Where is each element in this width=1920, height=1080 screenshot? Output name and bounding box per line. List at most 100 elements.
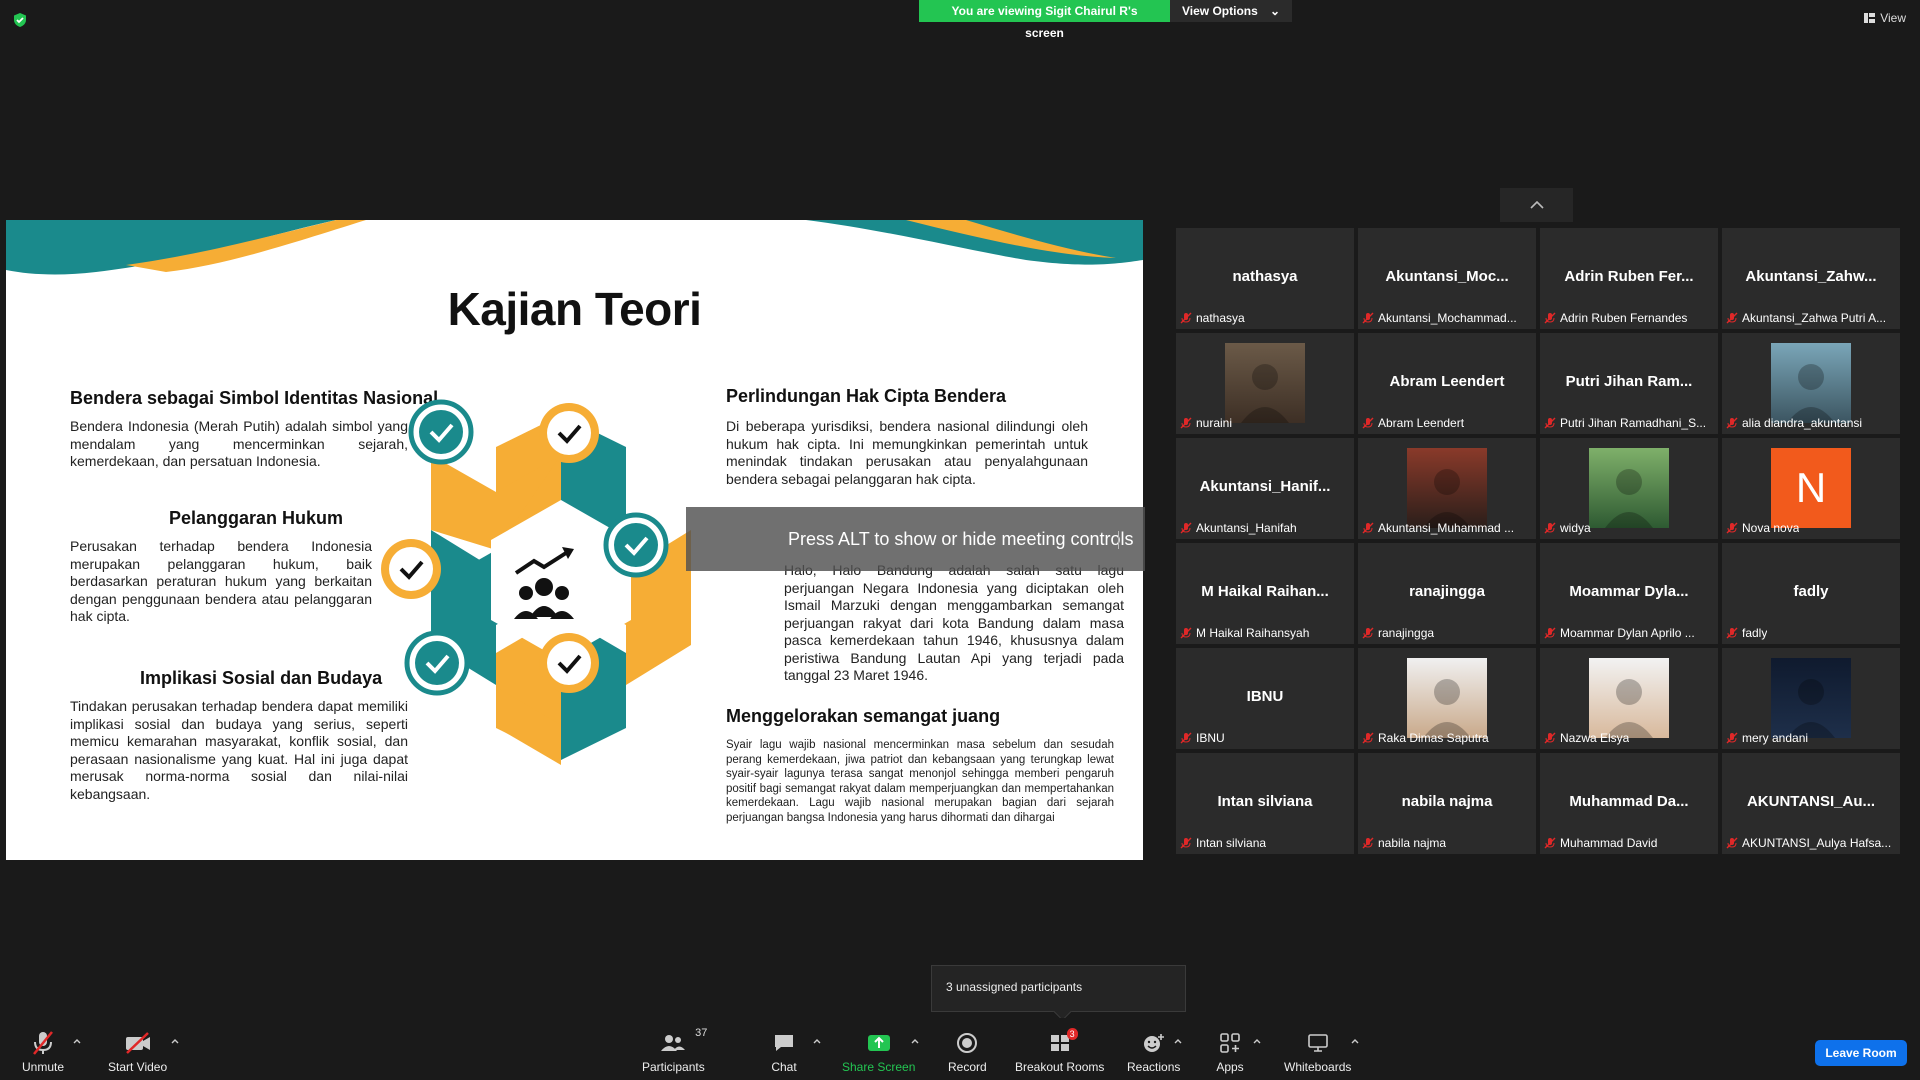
participant-tile[interactable]: Putri Jihan Ram... Putri Jihan Ramadhani_… <box>1540 333 1718 434</box>
whiteboards-label: Whiteboards <box>1284 1060 1352 1074</box>
participant-tile[interactable]: nathasya nathasya <box>1176 228 1354 329</box>
slide-title: Kajian Teori <box>447 283 702 335</box>
microphone-muted-icon <box>1544 627 1556 639</box>
section-text-1: Bendera Indonesia (Merah Putih) adalah s… <box>70 418 408 469</box>
chat-label: Chat <box>771 1060 797 1074</box>
participants-button[interactable]: 37 Participants <box>642 1027 708 1074</box>
microphone-muted-icon <box>1726 522 1738 534</box>
chevron-up-icon <box>1529 201 1544 209</box>
participant-tile[interactable]: Akuntansi_Hanif... Akuntansi_Hanifah <box>1176 438 1354 539</box>
avatar <box>1589 448 1669 528</box>
unassigned-participants-popup[interactable]: 3 unassigned participants <box>931 965 1186 1012</box>
participant-tile[interactable]: Adrin Ruben Fer... Adrin Ruben Fernandes <box>1540 228 1718 329</box>
chat-options-caret-icon[interactable] <box>812 1036 822 1046</box>
microphone-muted-icon <box>1362 837 1374 849</box>
check-circle-icon <box>381 539 441 599</box>
section-heading-3: Implikasi Sosial dan Budaya <box>140 668 383 688</box>
microphone-muted-icon <box>1544 522 1556 534</box>
participant-tile[interactable]: nuraini <box>1176 333 1354 434</box>
section-text-2: Perusakan terhadap bendera Indonesia mer… <box>70 538 372 624</box>
check-circle-icon <box>408 399 474 465</box>
microphone-muted-icon <box>1180 732 1192 744</box>
chat-button[interactable]: Chat <box>768 1030 800 1074</box>
participant-name-bar: M Haikal Raihansyah <box>1180 626 1350 640</box>
participant-tile[interactable]: IBNU IBNU <box>1176 648 1354 749</box>
participant-tile[interactable]: widya <box>1540 438 1718 539</box>
participant-name: alia diandra_akuntansi <box>1742 416 1863 430</box>
participant-tile[interactable]: M Haikal Raihan... M Haikal Raihansyah <box>1176 543 1354 644</box>
start-video-label: Start Video <box>108 1060 168 1074</box>
participant-tile[interactable]: mery andani <box>1722 648 1900 749</box>
leave-room-button[interactable]: Leave Room <box>1815 1040 1907 1066</box>
record-button[interactable]: Record <box>948 1030 987 1074</box>
start-video-button[interactable]: Start Video <box>108 1030 167 1074</box>
participant-name: widya <box>1560 521 1591 535</box>
unassigned-text: 3 unassigned participants <box>946 980 1083 994</box>
participant-tile[interactable]: Moammar Dyla... Moammar Dylan Aprilo ... <box>1540 543 1718 644</box>
view-layout-button[interactable]: View <box>1864 11 1906 25</box>
participant-tile[interactable]: Akuntansi_Muhammad ... <box>1358 438 1536 539</box>
participant-tile[interactable]: Nazwa Elsya <box>1540 648 1718 749</box>
participant-name: nathasya <box>1196 311 1245 325</box>
avatar <box>1407 448 1487 528</box>
video-options-caret-icon[interactable] <box>170 1036 180 1046</box>
participant-name: Akuntansi_Mochammad... <box>1378 311 1517 325</box>
participant-name-bar: Intan silviana <box>1180 836 1350 850</box>
participant-display-name: Muhammad Da... <box>1569 793 1689 810</box>
participant-name: fadly <box>1742 626 1768 640</box>
apps-options-caret-icon[interactable] <box>1252 1036 1262 1046</box>
unmute-button[interactable]: Unmute <box>22 1030 64 1074</box>
participant-name-bar: Adrin Ruben Fernandes <box>1544 311 1714 325</box>
participant-tile[interactable]: N Nova nova <box>1722 438 1900 539</box>
participant-name-bar: alia diandra_akuntansi <box>1726 416 1896 430</box>
microphone-muted-icon <box>1362 522 1374 534</box>
grid-layout-icon <box>1864 13 1876 23</box>
participant-name-bar: Akuntansi_Zahwa Putri A... <box>1726 311 1896 325</box>
avatar <box>1407 658 1487 738</box>
microphone-muted-icon <box>1544 312 1556 324</box>
share-options-caret-icon[interactable] <box>910 1036 920 1046</box>
apps-button[interactable]: Apps <box>1214 1030 1246 1074</box>
whiteboards-options-caret-icon[interactable] <box>1350 1036 1360 1046</box>
participant-tile[interactable]: AKUNTANSI_Au... AKUNTANSI_Aulya Hafsa... <box>1722 753 1900 854</box>
share-screen-button[interactable]: Share Screen <box>842 1030 915 1074</box>
chat-icon <box>775 1035 793 1051</box>
breakout-badge: 3 <box>1066 1028 1078 1040</box>
participant-tile[interactable]: fadly fadly <box>1722 543 1900 644</box>
participant-tile[interactable]: nabila najma nabila najma <box>1358 753 1536 854</box>
whiteboards-button[interactable]: Whiteboards <box>1284 1030 1351 1074</box>
view-options-button[interactable]: View Options ⌄ <box>1170 0 1292 22</box>
participant-display-name: nabila najma <box>1401 793 1493 810</box>
zoom-meeting-window: You are viewing Sigit Chairul R's screen… <box>0 0 1920 1080</box>
participant-name: mery andani <box>1742 731 1809 745</box>
microphone-muted-icon <box>1180 837 1192 849</box>
view-label: View <box>1880 11 1906 25</box>
microphone-muted-icon <box>1544 837 1556 849</box>
check-circle-icon <box>404 630 470 696</box>
participant-name: Putri Jihan Ramadhani_S... <box>1560 416 1707 430</box>
participant-tile[interactable]: alia diandra_akuntansi <box>1722 333 1900 434</box>
participant-tile[interactable]: Intan silviana Intan silviana <box>1176 753 1354 854</box>
participant-tile[interactable]: ranajingga ranajingga <box>1358 543 1536 644</box>
viewing-banner: You are viewing Sigit Chairul R's screen… <box>919 0 1292 40</box>
collapse-gallery-button[interactable] <box>1500 188 1573 222</box>
participant-name-bar: nuraini <box>1180 416 1350 430</box>
participant-tile[interactable]: Akuntansi_Moc... Akuntansi_Mochammad... <box>1358 228 1536 329</box>
participant-display-name: Adrin Ruben Fer... <box>1564 268 1694 285</box>
participant-name-bar: Raka Dimas Saputra <box>1362 731 1532 745</box>
section-text-3: Tindakan perusakan terhadap bendera dapa… <box>70 698 408 802</box>
reactions-options-caret-icon[interactable] <box>1173 1036 1183 1046</box>
participant-tile[interactable]: Akuntansi_Zahw... Akuntansi_Zahwa Putri A… <box>1722 228 1900 329</box>
encryption-shield-icon[interactable] <box>12 12 28 28</box>
participant-tile[interactable]: Abram Leendert Abram Leendert <box>1358 333 1536 434</box>
participant-display-name: Putri Jihan Ram... <box>1565 373 1693 390</box>
participants-count: 37 <box>695 1027 708 1039</box>
participant-tile[interactable]: Raka Dimas Saputra <box>1358 648 1536 749</box>
participant-name-bar: Putri Jihan Ramadhani_S... <box>1544 416 1714 430</box>
reactions-label: Reactions <box>1127 1060 1181 1074</box>
participant-name-bar: Akuntansi_Mochammad... <box>1362 311 1532 325</box>
audio-options-caret-icon[interactable] <box>72 1036 82 1046</box>
avatar <box>1771 658 1851 738</box>
breakout-rooms-button[interactable]: 3 Breakout Rooms <box>1015 1028 1104 1074</box>
participant-tile[interactable]: Muhammad Da... Muhammad David <box>1540 753 1718 854</box>
